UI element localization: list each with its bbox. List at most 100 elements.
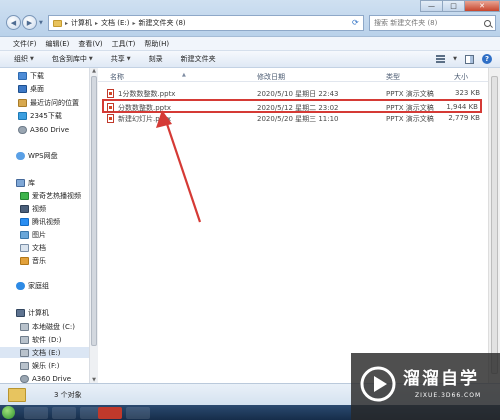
music-library-icon [20, 256, 29, 265]
nav-item-desktop[interactable]: 桌面 [18, 83, 44, 94]
organize-button[interactable]: 组织 ▼ [14, 54, 34, 64]
minimize-button[interactable]: — [420, 0, 442, 12]
powerpoint-taskbar-icon[interactable] [98, 407, 122, 419]
taskbar-app-icon[interactable] [52, 407, 76, 419]
scrollbar-thumb[interactable] [91, 76, 97, 346]
scroll-up-icon[interactable]: ▲ [90, 68, 98, 74]
nav-item-libraries[interactable]: 库 [16, 177, 35, 188]
video-library-icon [20, 204, 29, 213]
nav-item-iqiyi[interactable]: 爱奇艺热播视频 [20, 190, 81, 201]
menu-view[interactable]: 查看(V) [78, 39, 102, 49]
nav-item-drive-d[interactable]: 软件 (D:) [20, 334, 61, 345]
refresh-icon[interactable]: ⟳ [352, 18, 359, 27]
file-type: PPTX 演示文稿 [386, 115, 434, 123]
watermark-url: ZIXUE.3D66.COM [415, 392, 482, 399]
nav-item-drive-e[interactable]: 文档 (E:) [0, 347, 89, 358]
pictures-library-icon [20, 230, 29, 239]
taskbar-app-icon[interactable] [126, 407, 150, 419]
file-row-highlighted[interactable]: 分数数整数.pptx 2020/5/12 星期二 23:02 PPTX 演示文稿… [102, 99, 482, 113]
nav-item-a360-drive-2[interactable]: A360 Drive [20, 373, 71, 383]
menu-help[interactable]: 帮助(H) [144, 39, 169, 49]
nav-item-label: 爱奇艺热播视频 [32, 191, 81, 200]
nav-item-wps-cloud[interactable]: WPS网盘 [16, 150, 58, 161]
nav-item-label: 本地磁盘 (C:) [32, 322, 75, 331]
drive-icon [20, 348, 29, 357]
nav-item-2345-downloads[interactable]: 2345下载 [18, 110, 62, 121]
nav-item-label: 文档 [32, 243, 46, 252]
search-input[interactable] [374, 19, 474, 27]
column-header-size[interactable]: 大小 [454, 72, 468, 82]
menu-edit[interactable]: 编辑(E) [46, 39, 70, 49]
forward-button[interactable]: ▶ [22, 15, 37, 30]
nav-item-computer[interactable]: 计算机 [16, 307, 49, 318]
chevron-right-icon[interactable]: ▸ [95, 20, 98, 27]
nav-item-recent-places[interactable]: 最近访问的位置 [18, 97, 79, 108]
nav-item-label: 娱乐 (F:) [32, 361, 60, 370]
search-icon[interactable] [484, 19, 491, 27]
address-folder-icon [53, 19, 62, 27]
nav-item-drive-c[interactable]: 本地磁盘 (C:) [20, 321, 75, 332]
new-folder-label: 新建文件夹 [180, 55, 216, 63]
recent-places-icon [18, 98, 27, 107]
file-size: 2,779 KB [448, 114, 480, 122]
new-folder-button[interactable]: 新建文件夹 [181, 54, 216, 64]
nav-item-a360-drive[interactable]: A360 Drive [18, 124, 69, 135]
maximize-button[interactable]: □ [442, 0, 464, 12]
watermark-title: 溜溜自学 [403, 369, 479, 389]
view-dropdown-arrow-icon[interactable]: ▼ [453, 56, 457, 62]
nav-item-label: 库 [28, 178, 35, 187]
share-button[interactable]: 共享 ▼ [111, 54, 131, 64]
menu-file[interactable]: 文件(F) [13, 39, 37, 49]
nav-item-label: 2345下载 [30, 111, 62, 120]
nav-item-documents[interactable]: 文档 [20, 242, 46, 253]
command-bar: 组织 ▼ 包含到库中 ▼ 共享 ▼ 刻录 新建文件夹 ▼ ? [0, 51, 500, 68]
nav-item-pictures[interactable]: 图片 [20, 229, 46, 240]
nav-item-drive-f[interactable]: 娱乐 (F:) [20, 360, 60, 371]
preview-pane-icon[interactable] [465, 54, 474, 64]
help-icon[interactable]: ? [482, 54, 492, 64]
column-header-name[interactable]: 名称 [110, 72, 124, 82]
chevron-right-icon[interactable]: ▸ [133, 20, 136, 27]
documents-library-icon [20, 243, 29, 252]
dropdown-arrow-icon: ▼ [88, 56, 93, 62]
cloud-drive-icon [20, 374, 29, 383]
file-list-scrollbar[interactable] [488, 68, 500, 383]
start-button-icon[interactable] [2, 406, 15, 419]
breadcrumb-drive-e[interactable]: 文档 (E:) [101, 18, 129, 28]
file-row[interactable]: 1分数数整数.pptx 2020/5/10 星期日 22:43 PPTX 演示文… [104, 88, 482, 99]
change-view-icon[interactable] [436, 55, 446, 63]
menu-bar: 文件(F) 编辑(E) 查看(V) 工具(T) 帮助(H) [0, 37, 500, 51]
recent-pages-dropdown-icon[interactable]: ▼ [39, 20, 43, 26]
include-in-library-button[interactable]: 包含到库中 ▼ [52, 54, 93, 64]
address-bar[interactable]: ▸ 计算机 ▸ 文档 (E:) ▸ 新建文件夹 (8) [48, 15, 364, 31]
scrollbar-thumb[interactable] [491, 76, 498, 374]
file-type: PPTX 演示文稿 [386, 90, 434, 98]
column-header-modified[interactable]: 修改日期 [257, 72, 285, 82]
file-size: 323 KB [455, 89, 480, 97]
file-row[interactable]: 新建幻灯片.pptx 2020/5/20 星期三 11:10 PPTX 演示文稿… [104, 113, 482, 124]
breadcrumb-computer[interactable]: 计算机 [71, 18, 92, 28]
column-headers: ▲ 名称 修改日期 类型 大小 [98, 68, 488, 82]
nav-item-homegroup[interactable]: 家庭组 [16, 280, 49, 291]
close-button[interactable]: ✕ [464, 0, 500, 12]
file-list: ▲ 名称 修改日期 类型 大小 1分数数整数.pptx 2020/5/10 星期… [98, 68, 488, 383]
include-in-library-label: 包含到库中 [51, 55, 87, 63]
nav-item-tencent-video[interactable]: 腾讯视频 [20, 216, 60, 227]
nav-item-label: 桌面 [30, 84, 44, 93]
navigation-scrollbar[interactable]: ▲ ▼ [89, 68, 98, 383]
back-button[interactable]: ◀ [6, 15, 21, 30]
drive-icon [20, 361, 29, 370]
burn-button[interactable]: 刻录 [149, 54, 163, 64]
nav-item-music[interactable]: 音乐 [20, 255, 46, 266]
chevron-right-icon[interactable]: ▸ [65, 20, 68, 27]
menu-tools[interactable]: 工具(T) [112, 39, 136, 49]
column-header-type[interactable]: 类型 [386, 72, 400, 82]
nav-item-downloads[interactable]: 下载 [18, 70, 44, 81]
search-box[interactable] [369, 15, 496, 31]
nav-item-label: 图片 [32, 230, 46, 239]
nav-item-label: 最近访问的位置 [30, 98, 79, 107]
watermark: 溜溜自学 ZIXUE.3D66.COM [351, 353, 500, 420]
nav-item-videos[interactable]: 视频 [20, 203, 46, 214]
breadcrumb-current-folder[interactable]: 新建文件夹 (8) [139, 18, 186, 28]
taskbar-app-icon[interactable] [24, 407, 48, 419]
